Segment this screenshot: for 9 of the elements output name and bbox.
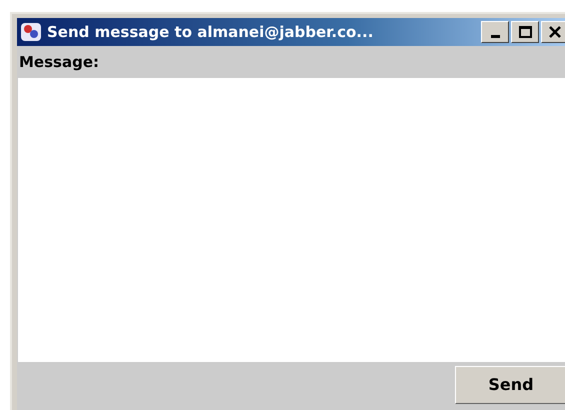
message-label: Message: <box>18 52 100 73</box>
maximize-button[interactable] <box>511 21 539 43</box>
window-title: Send message to almanei@jabber.co... <box>47 22 374 43</box>
message-field[interactable] <box>18 78 565 362</box>
send-button[interactable]: Send <box>455 366 565 404</box>
close-button[interactable] <box>541 21 565 43</box>
close-icon <box>548 26 562 38</box>
app-icon <box>20 21 42 43</box>
minimize-button[interactable] <box>481 21 509 43</box>
